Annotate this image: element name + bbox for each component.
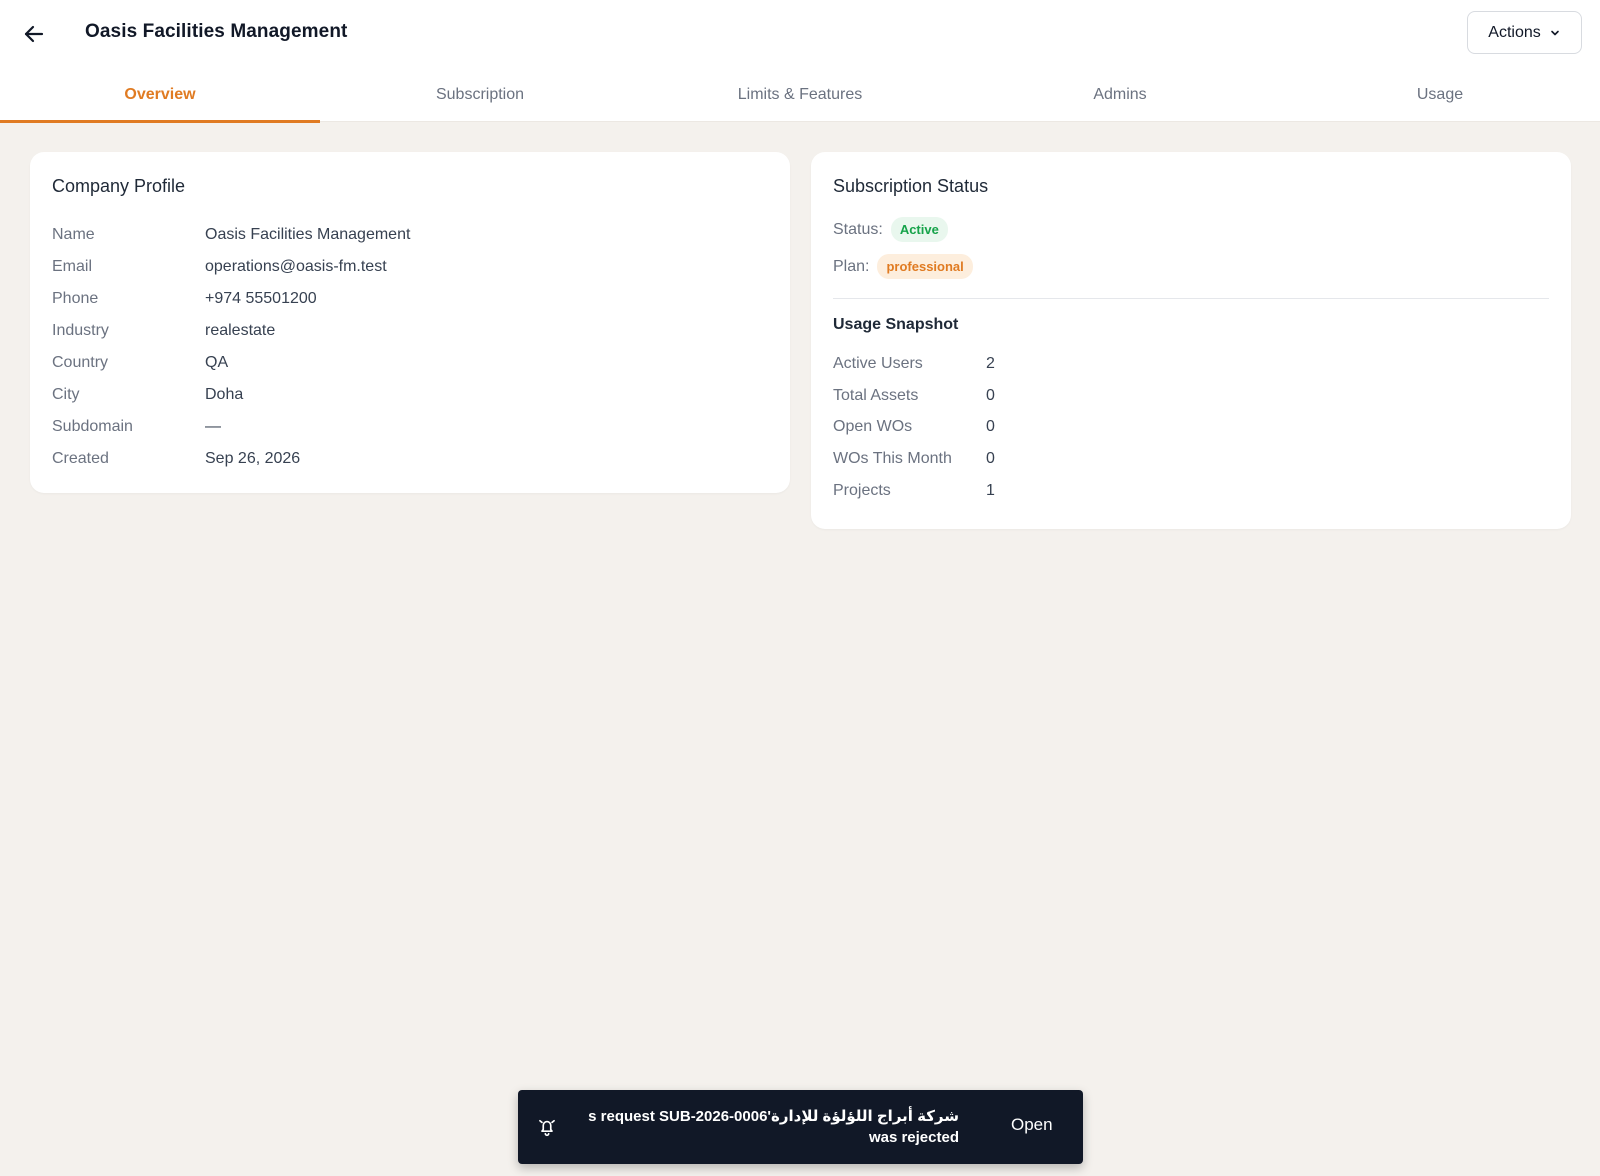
section-divider: [833, 298, 1549, 299]
profile-value: —: [205, 418, 221, 435]
back-button[interactable]: [18, 18, 50, 50]
snapshot-value: 0: [986, 387, 995, 404]
toast-open-button[interactable]: Open: [1011, 1115, 1053, 1135]
top-bar: Oasis Facilities Management Actions: [0, 0, 1600, 68]
profile-value: Sep 26, 2026: [205, 450, 301, 467]
profile-value: Oasis Facilities Management: [205, 226, 411, 243]
profile-value: Doha: [205, 386, 244, 403]
profile-label: Phone: [52, 290, 99, 307]
snapshot-label: WOs This Month: [833, 450, 952, 467]
profile-label: Country: [52, 354, 109, 371]
snapshot-value: 1: [986, 482, 995, 499]
profile-label: City: [52, 386, 80, 403]
arrow-left-icon: [24, 25, 44, 43]
bell-off-icon: [539, 1119, 555, 1137]
snapshot-label: Active Users: [833, 355, 923, 372]
company-profile-card: Company Profile Name Oasis Facilities Ma…: [30, 152, 790, 493]
subscription-status-card: Subscription Status Status: Active Plan:…: [811, 152, 1571, 529]
snapshot-value: 0: [986, 450, 995, 467]
profile-label: Created: [52, 450, 109, 467]
status-label: Status:: [833, 220, 883, 238]
profile-value: operations@oasis-fm.test: [205, 258, 387, 275]
tab-overview[interactable]: Overview: [0, 68, 320, 123]
status-badge: Active: [890, 217, 948, 242]
usage-snapshot-title: Usage Snapshot: [833, 316, 959, 333]
tab-bar: Overview Subscription Limits & Features …: [0, 68, 1600, 123]
tab-limits-features[interactable]: Limits & Features: [640, 68, 960, 122]
profile-value: QA: [205, 354, 229, 371]
plan-line: Plan: professional: [833, 254, 973, 279]
snapshot-label: Projects: [833, 482, 891, 499]
toast-message: شركة أبراج اللؤلؤة للإدارة's request SUB…: [588, 1108, 959, 1146]
profile-value: realestate: [205, 322, 276, 339]
actions-button[interactable]: Actions: [1467, 11, 1582, 54]
plan-badge: professional: [877, 254, 973, 279]
actions-label: Actions: [1488, 23, 1541, 41]
snapshot-label: Open WOs: [833, 418, 913, 435]
tab-admins[interactable]: Admins: [960, 68, 1280, 122]
page-title: Oasis Facilities Management: [85, 21, 348, 42]
snapshot-value: 0: [986, 418, 995, 435]
profile-label: Industry: [52, 322, 109, 339]
profile-value: +974 55501200: [205, 290, 317, 307]
company-profile-title: Company Profile: [52, 176, 186, 196]
tab-subscription[interactable]: Subscription: [320, 68, 640, 122]
profile-label: Email: [52, 258, 93, 275]
status-line: Status: Active: [833, 217, 948, 242]
chevron-down-icon: [1550, 30, 1559, 35]
notification-toast: شركة أبراج اللؤلؤة للإدارة's request SUB…: [518, 1090, 1083, 1164]
profile-label: Subdomain: [52, 418, 133, 435]
profile-label: Name: [52, 226, 95, 243]
plan-label: Plan:: [833, 257, 870, 275]
subscription-status-title: Subscription Status: [833, 176, 989, 196]
snapshot-label: Total Assets: [833, 387, 919, 404]
tab-usage[interactable]: Usage: [1280, 68, 1600, 122]
snapshot-value: 2: [986, 355, 995, 372]
